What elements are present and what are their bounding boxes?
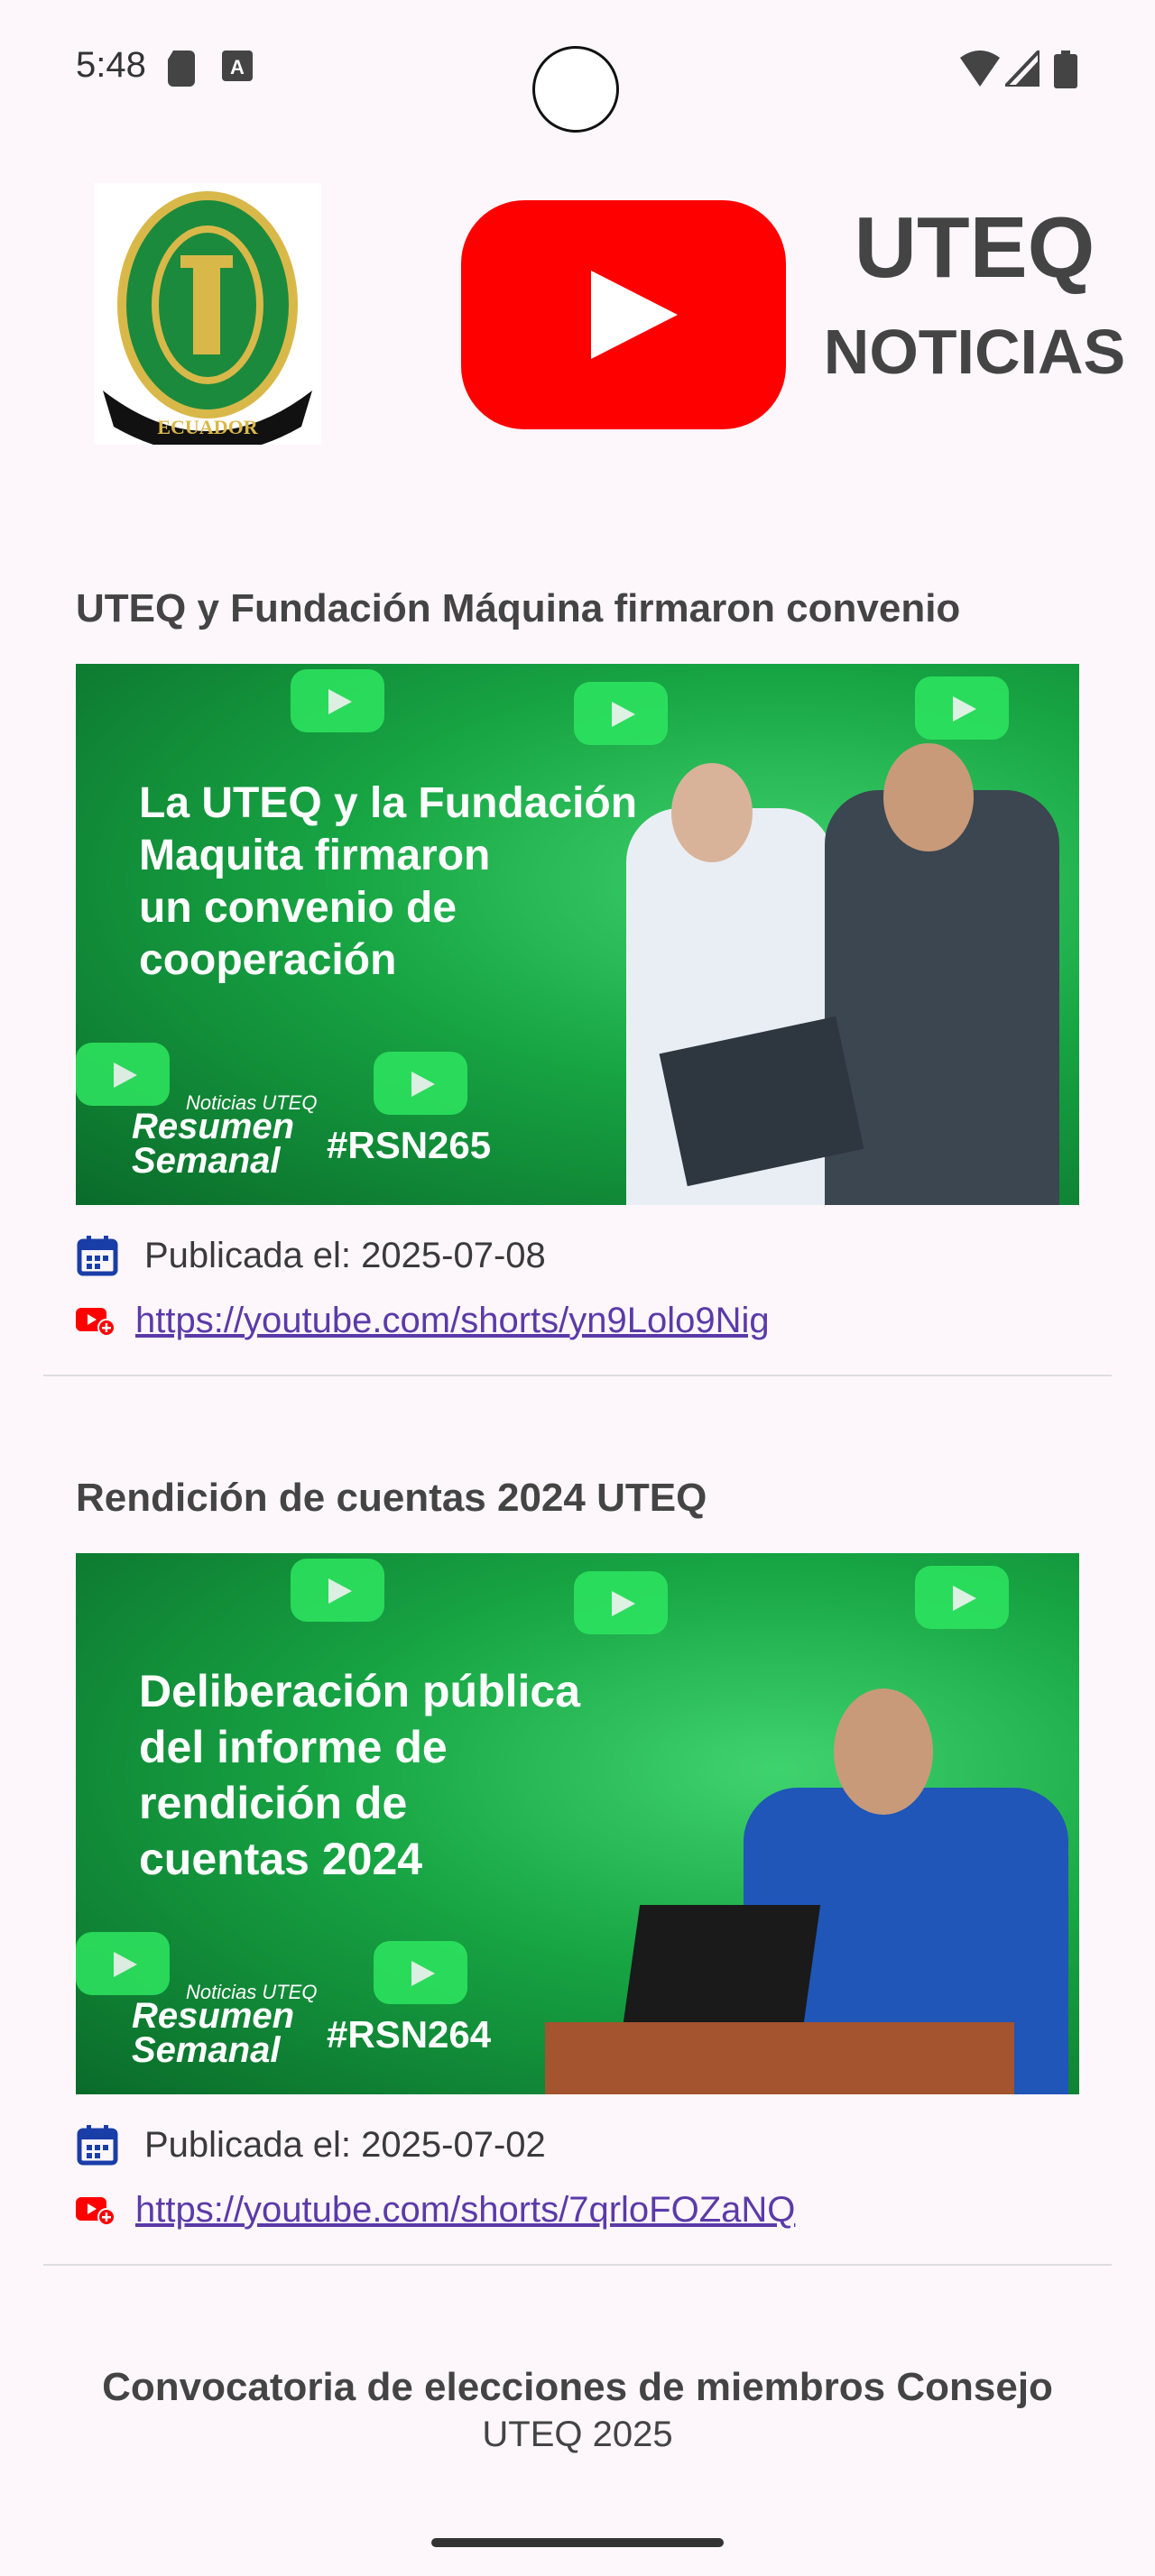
thumbnail-tag: #RSN265	[327, 1124, 492, 1166]
thumbnail-series: Resumen Semanal	[132, 1996, 295, 2070]
battery-icon	[1054, 51, 1077, 88]
text-a-icon: A	[222, 51, 253, 81]
news-link-row: https://youtube.com/shorts/7qrloFOZaNQ	[76, 2183, 795, 2237]
news-link-row: https://youtube.com/shorts/yn9Lolo9Nig	[76, 1293, 770, 1348]
camera-cutout	[532, 46, 619, 133]
news-title: Convocatoria de elecciones de miembros C…	[102, 2365, 1053, 2409]
news-title: UTEQ y Fundación Máquina firmaron conven…	[76, 586, 961, 630]
news-divider	[43, 1375, 1112, 1376]
news-thumbnail[interactable]: Deliberación pública del informe de rend…	[76, 1553, 1079, 2094]
news-title-block: Convocatoria de elecciones de miembros C…	[43, 2363, 1112, 2457]
thumbnail-series: Resumen Semanal	[132, 1107, 295, 1181]
news-date: Publicada el: 2025-07-08	[144, 1235, 546, 1275]
sd-card-icon	[168, 51, 195, 87]
brand-subtitle: NOTICIAS	[823, 317, 1126, 387]
youtube-subscribe-icon	[76, 2197, 116, 2226]
thumbnail-headline: Deliberación pública del informe de rend…	[139, 1666, 581, 1884]
calendar-icon	[77, 2125, 118, 2166]
news-date-row: Publicada el: 2025-07-08	[76, 1228, 546, 1283]
calendar-icon	[77, 1236, 118, 1276]
thumbnail-headline: La UTEQ y la Fundación Maquita firmaron …	[139, 779, 638, 984]
uteq-seal-logo: ECUADOR	[94, 183, 321, 445]
news-title: Rendición de cuentas 2024 UTEQ	[76, 1476, 707, 1520]
news-item[interactable]: Convocatoria de elecciones de miembros C…	[43, 2363, 1112, 2471]
news-date-row: Publicada el: 2025-07-02	[76, 2118, 546, 2172]
brand-title: UTEQ	[854, 199, 1095, 296]
gesture-nav-handle[interactable]	[431, 2538, 724, 2547]
news-link[interactable]: https://youtube.com/shorts/7qrloFOZaNQ	[135, 2190, 795, 2231]
news-title-continued: UTEQ 2025	[482, 2415, 673, 2454]
news-item[interactable]: Rendición de cuentas 2024 UTEQ Deliberac…	[43, 1476, 1112, 2269]
news-item[interactable]: UTEQ y Fundación Máquina firmaron conven…	[43, 586, 1112, 1380]
wifi-icon	[960, 51, 1000, 87]
status-bar: 5:48 A	[0, 0, 1155, 135]
youtube-subscribe-icon	[76, 1308, 116, 1337]
app-brand: UTEQ NOTICIAS	[812, 198, 1137, 388]
youtube-logo-icon	[461, 200, 786, 429]
status-time: 5:48	[76, 45, 146, 85]
app-screen: 5:48 A ECUADOR UTEQ NOTICIAS UTEQ y Fund…	[0, 0, 1155, 2576]
news-date: Publicada el: 2025-07-02	[144, 2124, 546, 2165]
news-thumbnail[interactable]: La UTEQ y la Fundación Maquita firmaron …	[76, 664, 1079, 1205]
news-link[interactable]: https://youtube.com/shorts/yn9Lolo9Nig	[135, 1301, 770, 1341]
svg-text:A: A	[230, 56, 245, 78]
thumbnail-tag: #RSN264	[327, 2013, 492, 2056]
news-divider	[43, 2264, 1112, 2266]
svg-text:ECUADOR: ECUADOR	[157, 416, 258, 438]
cell-signal-icon	[1005, 51, 1040, 87]
